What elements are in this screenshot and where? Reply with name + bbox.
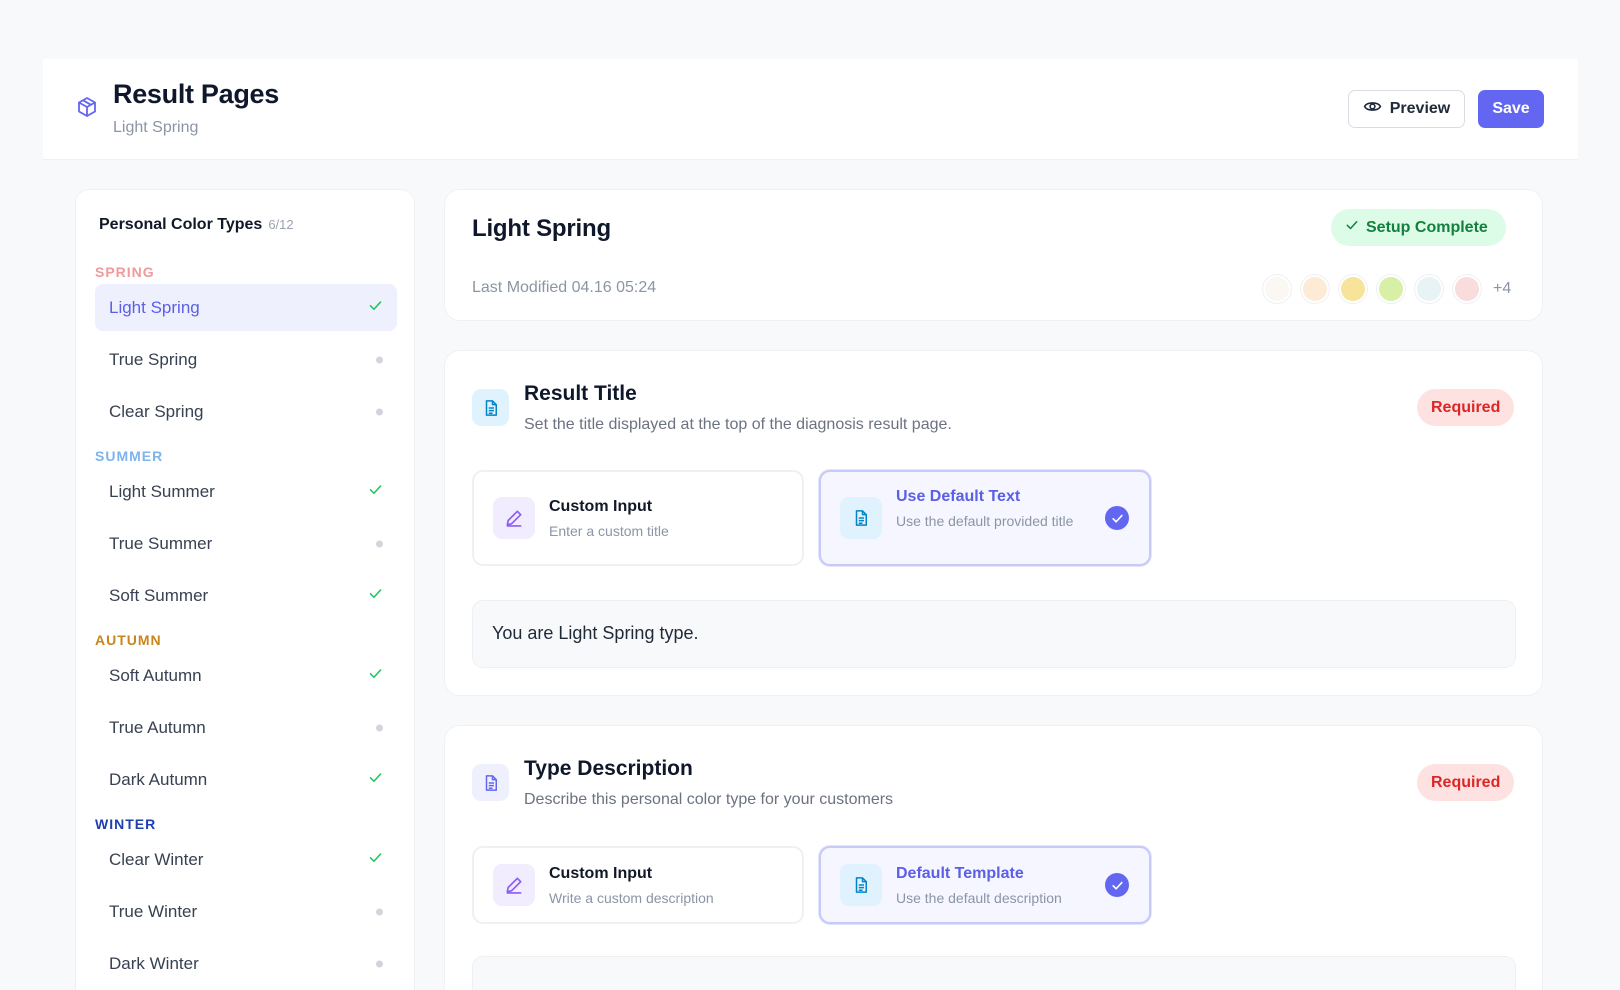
color-swatch (1377, 275, 1405, 303)
check-icon (368, 850, 383, 870)
type-description-preview (472, 956, 1516, 990)
type-title: Light Spring (472, 215, 611, 242)
group-label-summer: SUMMER (95, 448, 164, 464)
section-description: Describe this personal color type for yo… (524, 791, 894, 808)
color-swatch (1339, 275, 1367, 303)
more-swatches-count: +4 (1493, 280, 1512, 297)
sidebar-item-label: Dark Autumn (109, 769, 208, 789)
section-title: Type Description (524, 757, 693, 780)
color-swatch (1301, 275, 1329, 303)
pending-dot-icon (376, 908, 383, 915)
eye-icon (1363, 97, 1382, 121)
document-icon (472, 389, 509, 426)
pending-dot-icon (376, 356, 383, 363)
check-icon (368, 586, 383, 606)
sidebar-item-label: Clear Winter (109, 849, 204, 869)
color-types-sidebar: Personal Color Types 6/12 SPRING Light Sp… (75, 189, 415, 990)
save-button[interactable]: Save (1478, 90, 1544, 128)
page-title: Result Pages (113, 79, 279, 109)
sidebar-item-dark-autumn[interactable]: Dark Autumn (95, 756, 397, 803)
option-title: Default Template (896, 865, 1024, 882)
sidebar-item-true-winter[interactable]: True Winter (95, 888, 397, 935)
selected-check-icon (1105, 873, 1129, 897)
use-default-text-option[interactable]: Use Default Text Use the default provide… (819, 470, 1151, 566)
default-template-option[interactable]: Default Template Use the default descrip… (819, 846, 1151, 924)
page-subtitle: Light Spring (113, 119, 199, 136)
sidebar-item-label: Clear Spring (109, 401, 204, 421)
document-icon (840, 864, 882, 906)
option-description: Write a custom description (549, 890, 714, 906)
sidebar-item-light-spring[interactable]: Light Spring (95, 284, 397, 331)
preview-button[interactable]: Preview (1348, 90, 1465, 128)
type-description-section: Type Description Describe this personal … (444, 725, 1543, 990)
sidebar-item-true-summer[interactable]: True Summer (95, 520, 397, 567)
group-label-winter: WINTER (95, 816, 157, 832)
sidebar-title-text: Personal Color Types (99, 216, 263, 233)
sidebar-item-label: True Spring (109, 349, 198, 369)
option-title: Custom Input (549, 498, 653, 515)
sidebar-item-true-autumn[interactable]: True Autumn (95, 704, 397, 751)
result-title-preview: You are Light Spring type. (472, 600, 1516, 668)
pending-dot-icon (376, 408, 383, 415)
status-badge: Setup Complete (1331, 209, 1506, 246)
sidebar-item-true-spring[interactable]: True Spring (95, 336, 397, 383)
sidebar-item-dark-winter[interactable]: Dark Winter (95, 940, 397, 987)
option-title: Use Default Text (896, 488, 1021, 505)
type-overview-card: Light Spring Setup Complete Last Modifie… (444, 189, 1543, 321)
sidebar-item-light-summer[interactable]: Light Summer (95, 468, 397, 515)
preview-label: Preview (1389, 100, 1451, 117)
sidebar-item-label: Light Summer (109, 481, 215, 501)
cube-icon (75, 95, 99, 119)
pending-dot-icon (376, 960, 383, 967)
completion-count: 6/12 (268, 217, 294, 232)
sidebar-item-label: Soft Summer (109, 585, 209, 605)
group-label-spring: SPRING (95, 264, 155, 280)
required-badge: Required (1417, 389, 1515, 426)
pending-dot-icon (376, 540, 383, 547)
status-badge-label: Setup Complete (1366, 218, 1488, 236)
check-icon (1345, 218, 1359, 237)
section-title: Result Title (524, 382, 637, 405)
custom-input-option[interactable]: Custom Input Enter a custom title (472, 470, 804, 566)
sidebar-item-label: Soft Autumn (109, 665, 202, 685)
last-modified: Last Modified 04.16 05:24 (472, 279, 657, 296)
option-description: Use the default description (896, 890, 1062, 906)
pending-dot-icon (376, 724, 383, 731)
result-title-value: You are Light Spring type. (492, 623, 699, 643)
sidebar-item-label: Dark Winter (109, 953, 199, 973)
sidebar-item-label: Light Spring (109, 297, 200, 317)
selected-check-icon (1105, 506, 1129, 530)
check-icon (368, 482, 383, 502)
pencil-icon (493, 864, 535, 906)
document-icon (472, 764, 509, 801)
result-title-section: Result Title Set the title displayed at … (444, 350, 1543, 696)
page-header: Result Pages Light Spring Preview Save (43, 59, 1578, 160)
check-icon (368, 298, 383, 318)
section-description: Set the title displayed at the top of th… (524, 416, 952, 433)
required-badge: Required (1417, 764, 1515, 801)
custom-input-option[interactable]: Custom Input Write a custom description (472, 846, 804, 924)
option-title: Custom Input (549, 865, 653, 882)
color-swatch (1415, 275, 1443, 303)
pencil-icon (493, 497, 535, 539)
sidebar-item-label: True Summer (109, 533, 213, 553)
color-swatches: +4 (1263, 275, 1511, 303)
result-pages-screen: Result Pages Light Spring Preview Save P… (0, 0, 1620, 990)
sidebar-item-clear-spring[interactable]: Clear Spring (95, 388, 397, 435)
document-icon (840, 497, 882, 539)
sidebar-title: Personal Color Types 6/12 (99, 216, 294, 234)
sidebar-item-clear-winter[interactable]: Clear Winter (95, 836, 397, 883)
color-swatch (1263, 275, 1291, 303)
check-icon (368, 666, 383, 686)
group-label-autumn: AUTUMN (95, 632, 162, 648)
check-icon (368, 770, 383, 790)
sidebar-item-soft-autumn[interactable]: Soft Autumn (95, 652, 397, 699)
option-description: Use the default provided title (896, 513, 1074, 529)
option-description: Enter a custom title (549, 523, 669, 539)
sidebar-item-soft-summer[interactable]: Soft Summer (95, 572, 397, 619)
sidebar-item-label: True Winter (109, 901, 198, 921)
sidebar-item-label: True Autumn (109, 717, 206, 737)
color-swatch (1453, 275, 1481, 303)
